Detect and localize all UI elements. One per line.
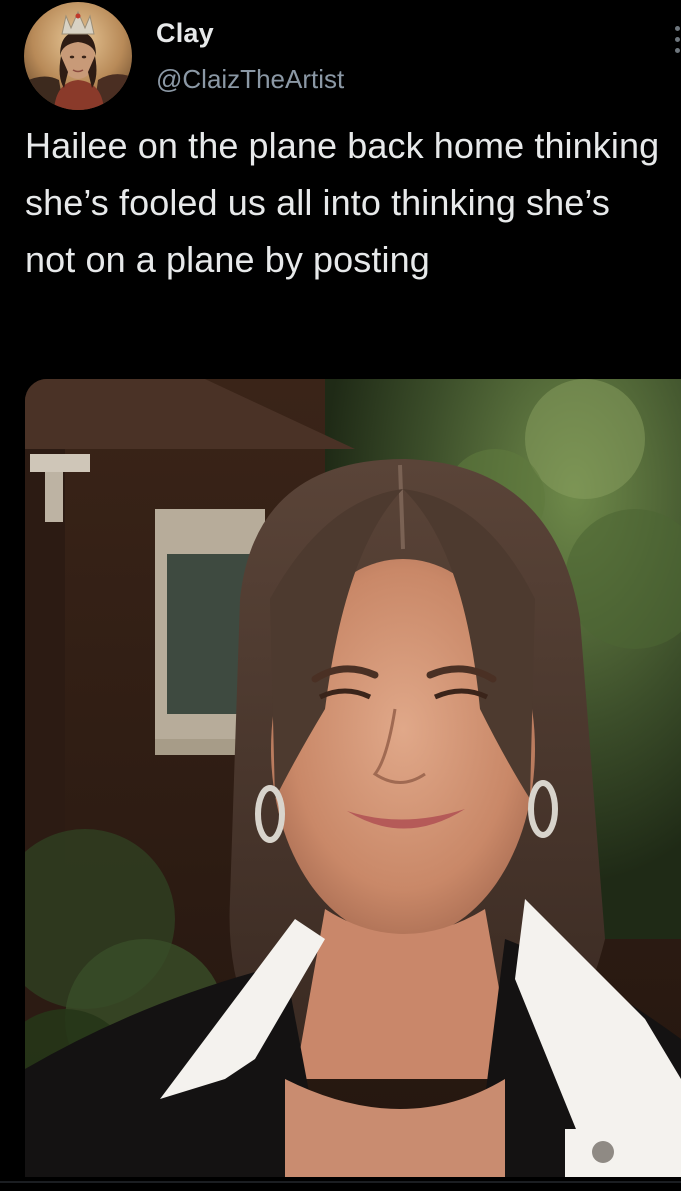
photo-portrait-smiling-woman [25,379,681,1177]
avatar-image [24,2,132,110]
author-display-name[interactable]: Clay [156,18,214,49]
tweet-photo[interactable] [25,379,681,1177]
more-options-icon[interactable] [674,26,681,54]
tweet[interactable]: Clay @ClaizTheArtist Hailee on the plane… [0,0,681,1191]
divider [0,1181,681,1183]
author-handle[interactable]: @ClaizTheArtist [156,64,344,95]
tweet-text: Hailee on the plane back home thinking s… [25,125,660,280]
avatar[interactable] [24,2,132,110]
